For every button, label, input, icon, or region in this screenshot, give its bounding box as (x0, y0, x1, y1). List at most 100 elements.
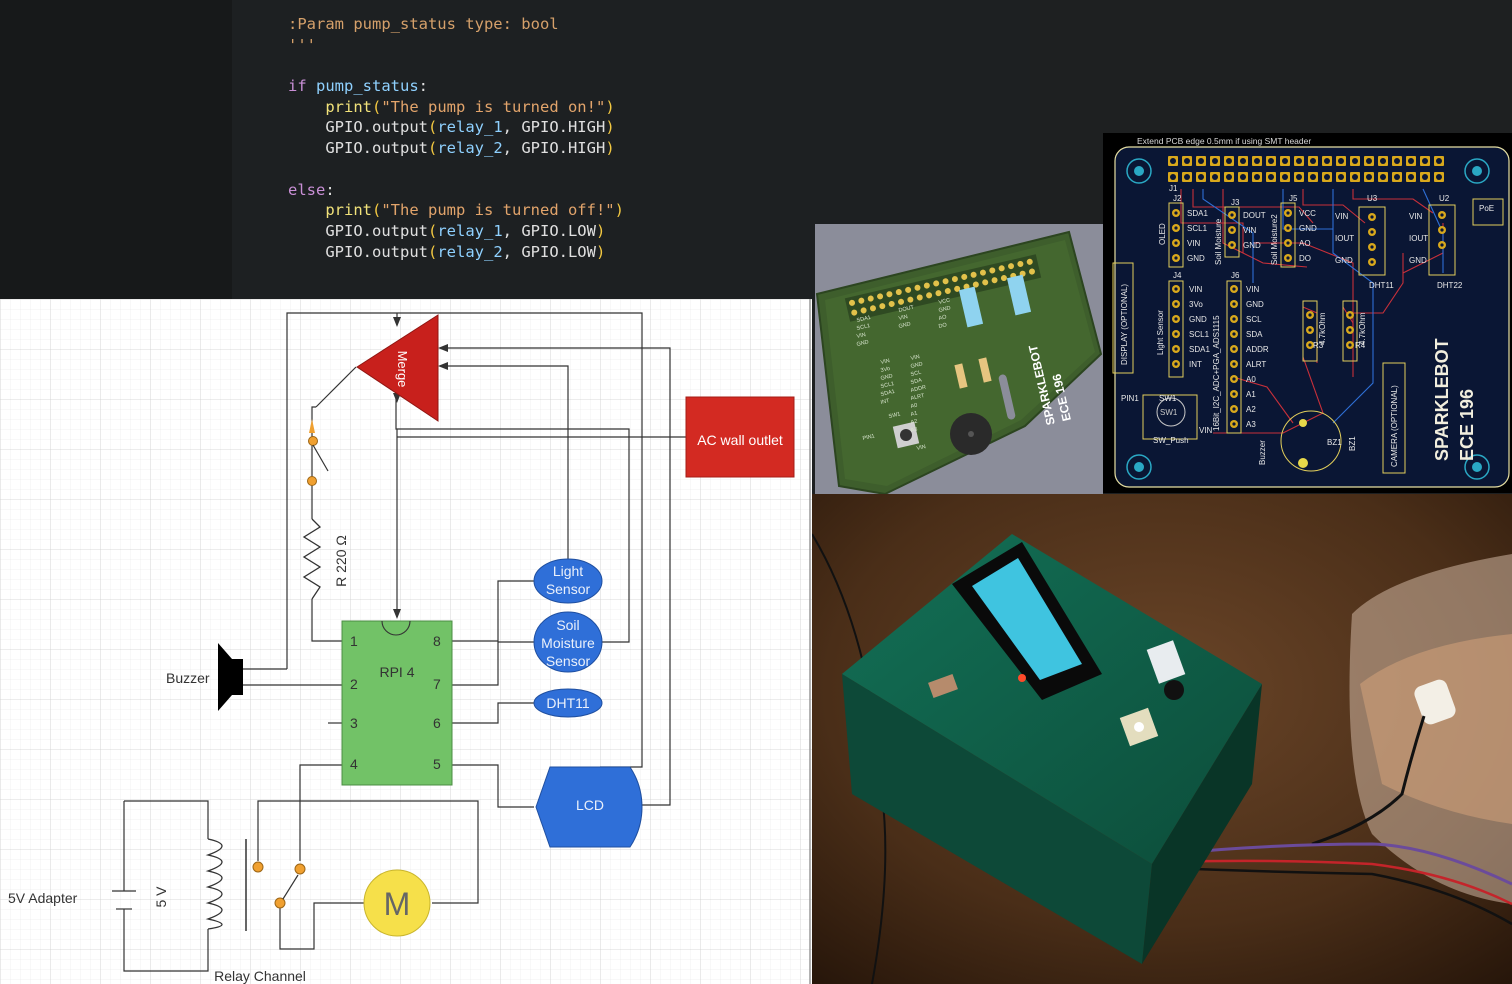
code-block: :Param pump_status type: bool ''' if pump_… (288, 14, 624, 262)
pcb-label: SDA1 (1189, 345, 1210, 354)
pcb-label: VCC (1299, 209, 1316, 218)
code-token: ) (605, 118, 615, 137)
pin-5: 5 (433, 756, 441, 772)
circuit-schematic: Merge AC wall outlet R 220 Ω Buzzer RPI … (0, 299, 812, 984)
pcb-vertical-label: Soil Moisture2 (1270, 214, 1279, 265)
relay-contact-2 (294, 863, 306, 875)
pcb-vertical-label: Buzzer (1258, 440, 1267, 465)
code-token: GPIO.output (288, 139, 428, 158)
pcb-label: PIN1 (1121, 394, 1139, 403)
pcb-vertical-label: CAMERA (OPTIONAL) (1390, 385, 1399, 467)
pcb-title-1: SPARKLEBOT (1432, 338, 1452, 461)
code-token: ( (427, 242, 438, 261)
pcb-label: DOUT (1243, 211, 1266, 220)
pcb-3d-render: SDA1 SCL1 VIN GND DOUT VIN GND VCC GND AO DO VIN 3Vo… (815, 224, 1103, 494)
pcb-title-2: ECE 196 (1457, 389, 1477, 461)
code-line: print("The pump is turned off!") (288, 200, 624, 221)
code-token: print (288, 201, 372, 220)
code-token: GPIO.output (288, 118, 428, 137)
code-token: GPIO.output (288, 242, 428, 261)
relay-label: Relay Channel (214, 968, 306, 984)
code-token: ( (427, 221, 438, 240)
pcb-label: GND (1335, 256, 1353, 265)
pcb-label: A3 (1246, 420, 1256, 429)
pcb-label: SDA1 (1187, 209, 1208, 218)
code-token: relay_2 (437, 139, 503, 158)
pcb-edge-note: Extend PCB edge 0.5mm if using SMT heade… (1137, 136, 1311, 146)
pin-7: 7 (433, 676, 441, 692)
pcb-layout-view: Extend PCB edge 0.5mm if using SMT heade… (1103, 133, 1512, 493)
code-token: : (325, 180, 335, 199)
pcb-label: PoE (1479, 204, 1494, 213)
soil-sensor-label-1: Soil (556, 617, 579, 633)
switch-contact-bottom (307, 476, 317, 486)
buzzer-label: Buzzer (166, 670, 210, 686)
pcb-label: VIN (1199, 426, 1213, 435)
code-token: ( (427, 139, 438, 158)
pcb-label: DHT22 (1437, 281, 1463, 290)
code-token: , GPIO.HIGH (502, 118, 606, 137)
code-token: relay_1 (437, 221, 503, 240)
pin-3: 3 (350, 715, 358, 731)
code-token: pump_status (316, 77, 419, 96)
pcb-vertical-label: 4.7kOhm (1318, 312, 1327, 345)
pcb-label: J5 (1289, 194, 1298, 203)
pcb-label: U2 (1439, 194, 1450, 203)
code-token: :Param pump_status type: bool (288, 15, 559, 33)
pcb-label: SCL (1246, 315, 1262, 324)
code-gutter (0, 0, 232, 300)
code-token: print (288, 97, 372, 116)
pcb-label: GND (1189, 315, 1207, 324)
pcb-label: SW_Push (1153, 436, 1189, 445)
pcb-vertical-label: OLED (1158, 223, 1167, 245)
code-line: if pump_status: (288, 76, 624, 97)
code-token: "The pump is turned on!" (381, 97, 606, 116)
pcb-label: A2 (1246, 405, 1256, 414)
pcb-label: VIN (1246, 285, 1260, 294)
chip-label: RPI 4 (379, 664, 414, 680)
pcb-label: 3Vo (1189, 300, 1203, 309)
code-token: : (418, 77, 428, 96)
resistor-label: R 220 Ω (333, 535, 349, 587)
pcb-label: IOUT (1335, 234, 1354, 243)
pcb-label: J1 (1169, 184, 1178, 193)
pcb-label: J3 (1231, 198, 1240, 207)
pcb-label: SW1 (1159, 394, 1177, 403)
pcb-label: INT (1189, 360, 1202, 369)
code-line: GPIO.output(relay_2, GPIO.HIGH) (288, 138, 624, 159)
pcb-label: SCL1 (1187, 224, 1208, 233)
code-line: print("The pump is turned on!") (288, 97, 624, 118)
light-sensor-label-1: Light (553, 563, 583, 579)
pcb-label: J4 (1173, 271, 1182, 280)
code-token: "The pump is turned off!" (381, 201, 615, 220)
pcb-label: VIN (1243, 226, 1257, 235)
light-sensor-label-2: Sensor (546, 581, 591, 597)
code-line: GPIO.output(relay_1, GPIO.LOW) (288, 221, 624, 242)
switch-contact-top (308, 436, 318, 446)
pcb-label: GND (1243, 241, 1261, 250)
code-line: ''' (288, 35, 624, 56)
pcb-label: VIN (1187, 239, 1201, 248)
code-line: else: (288, 180, 624, 201)
pcb-label: DO (1299, 254, 1311, 263)
pcb-label: J2 (1173, 194, 1182, 203)
buzzer-body (232, 659, 243, 695)
pcb-label: A1 (1246, 390, 1256, 399)
pcb-label: GND (1299, 224, 1317, 233)
motor-label: M (384, 886, 411, 922)
lcd-label: LCD (576, 797, 604, 813)
pcb-vertical-label: BZ1 (1348, 436, 1357, 451)
code-token: relay_1 (437, 118, 503, 137)
pcb-label: ADDR (1246, 345, 1269, 354)
relay-contact-3 (274, 897, 286, 909)
code-token: GPIO.output (288, 221, 428, 240)
pcb-label: SCL1 (1189, 330, 1210, 339)
device-photo (812, 494, 1512, 984)
code-token: ) (595, 221, 606, 240)
code-token: , GPIO.HIGH (502, 139, 606, 158)
code-token: ( (372, 97, 382, 116)
voltage-label: 5 V (153, 886, 169, 908)
code-token: , GPIO.LOW (502, 242, 596, 261)
